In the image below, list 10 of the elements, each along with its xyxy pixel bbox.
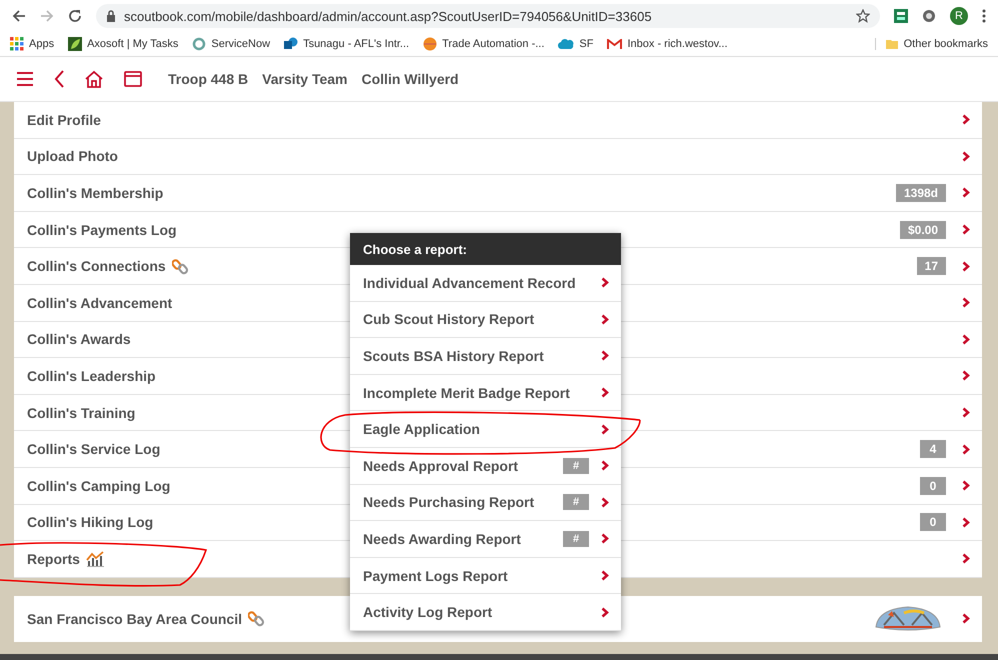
count-badge: #	[563, 530, 589, 547]
count-badge: 1398d	[896, 184, 946, 202]
count-badge: 0	[920, 513, 946, 532]
count-badge: 4	[920, 440, 946, 458]
count-badge: #	[563, 494, 589, 510]
popup-title: Choose a report:	[350, 233, 621, 265]
count-badge: 0	[920, 476, 946, 495]
count-badge: #	[563, 458, 589, 474]
count-badge: 17	[916, 257, 946, 276]
count-badge: $0.00	[900, 220, 946, 239]
